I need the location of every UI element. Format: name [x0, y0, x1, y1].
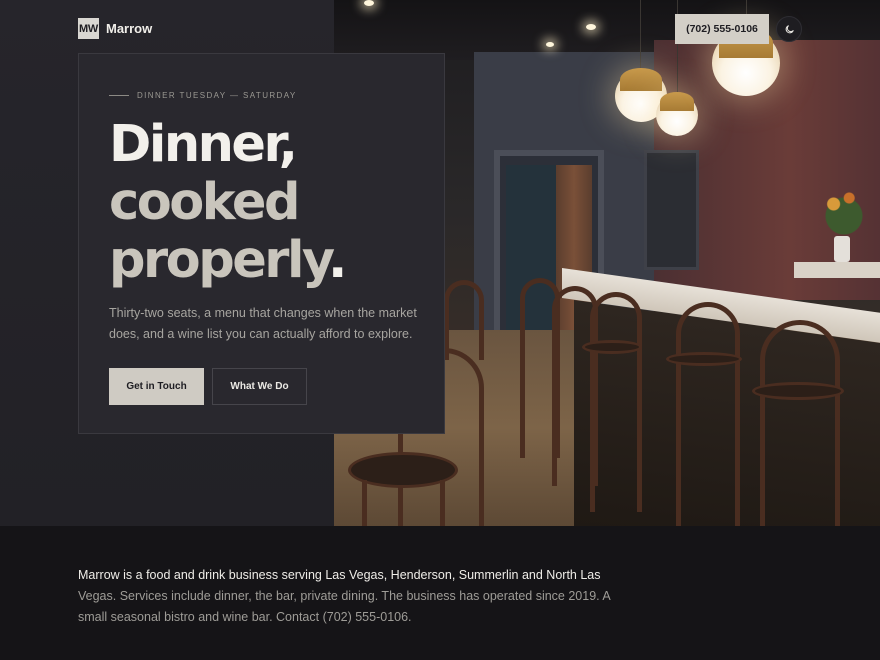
- eyebrow-divider: [109, 95, 129, 96]
- headline-line-3-text: properly: [109, 231, 331, 290]
- headline-line-2: cooked: [109, 173, 300, 232]
- about-text-lead: Marrow is a food and drink business serv…: [78, 568, 601, 582]
- brand-name[interactable]: Marrow: [106, 21, 152, 36]
- hero-eyebrow: DINNER TUESDAY — SATURDAY: [109, 91, 297, 100]
- hero-card: DINNER TUESDAY — SATURDAY Dinner, cooked…: [78, 53, 445, 434]
- hero-section: MW Marrow (702) 555-0106 DINNER TUESDAY …: [0, 0, 880, 526]
- about-section: Marrow is a food and drink business serv…: [0, 526, 880, 660]
- logo-mark[interactable]: MW: [78, 18, 99, 39]
- phone-button[interactable]: (702) 555-0106: [675, 14, 769, 44]
- headline-dot: .: [328, 231, 347, 290]
- what-we-do-button[interactable]: What We Do: [212, 368, 307, 405]
- headline-line-3: properly.: [109, 231, 347, 290]
- theme-toggle-button[interactable]: [776, 16, 802, 42]
- get-in-touch-button[interactable]: Get in Touch: [109, 368, 204, 405]
- hero-headline: Dinner, cooked properly.: [109, 115, 347, 290]
- about-text-rest: Vegas. Services include dinner, the bar,…: [78, 589, 611, 624]
- headline-line-1: Dinner,: [109, 115, 298, 174]
- about-text: Marrow is a food and drink business serv…: [78, 565, 638, 628]
- hero-description: Thirty-two seats, a menu that changes wh…: [109, 306, 417, 341]
- moon-icon: [785, 24, 794, 33]
- eyebrow-text: DINNER TUESDAY — SATURDAY: [137, 91, 297, 100]
